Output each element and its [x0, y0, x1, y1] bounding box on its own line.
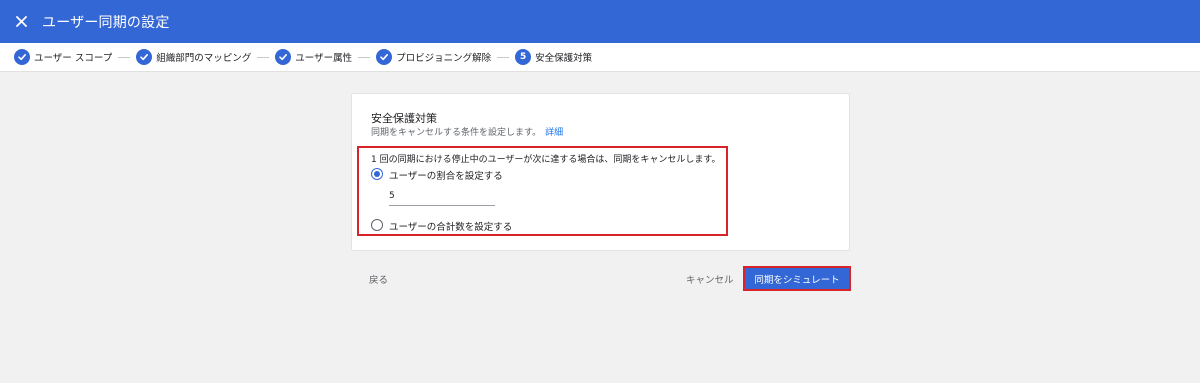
step-done-badge: [376, 49, 393, 65]
step-label: プロビジョニング解除: [396, 53, 492, 64]
radio-percentage-label[interactable]: ユーザーの割合を設定する: [389, 168, 503, 182]
step-label: ユーザー スコープ: [34, 53, 113, 64]
step-done-badge: [136, 49, 153, 65]
step-label: 安全保護対策: [535, 53, 593, 64]
percentage-value-input[interactable]: 5: [389, 188, 495, 206]
radio-selected-dot: [374, 171, 380, 177]
step-label: 組織部門のマッピング: [156, 53, 252, 64]
simulate-sync-button[interactable]: 同期をシミュレート: [743, 266, 851, 291]
step-user-attributes[interactable]: ユーザー属性: [275, 49, 376, 65]
step-connector: [257, 56, 270, 58]
step-done-badge: [14, 49, 30, 65]
card-heading: 安全保護対策: [371, 112, 437, 125]
header-bar: ユーザー同期の設定: [0, 0, 1200, 43]
back-button[interactable]: 戻る: [369, 272, 388, 286]
check-icon: [279, 54, 288, 61]
check-icon: [380, 54, 389, 61]
page-title: ユーザー同期の設定: [42, 14, 170, 31]
step-org-unit-mapping[interactable]: 組織部門のマッピング: [136, 49, 275, 65]
close-button[interactable]: [13, 14, 29, 30]
details-link[interactable]: 詳細: [545, 128, 563, 138]
step-deprovisioning[interactable]: プロビジョニング解除: [376, 49, 515, 65]
step-label: ユーザー属性: [295, 53, 353, 64]
step-user-scope[interactable]: ユーザー スコープ: [14, 49, 136, 65]
step-connector: [497, 56, 510, 58]
radio-total-count-label[interactable]: ユーザーの合計数を設定する: [389, 219, 512, 233]
step-safeguards[interactable]: 5 安全保護対策: [515, 49, 592, 65]
description-text: 同期をキャンセルする条件を設定します。: [371, 128, 542, 138]
radio-total-count[interactable]: [371, 219, 383, 231]
step-connector: [118, 56, 131, 58]
setup-stepper: ユーザー スコープ 組織部門のマッピング ユーザー属性 プロビジョニング解除 5…: [0, 43, 1200, 72]
step-number: 5: [519, 52, 527, 62]
cancel-button[interactable]: キャンセル: [686, 272, 734, 286]
step-current-badge: 5: [515, 49, 532, 65]
check-icon: [18, 54, 26, 61]
step-connector: [358, 56, 371, 58]
close-icon: [15, 16, 27, 27]
step-done-badge: [275, 49, 292, 65]
check-icon: [140, 54, 149, 61]
cancel-condition-text: 1 回の同期における停止中のユーザーが次に達する場合は、同期をキャンセルします。: [371, 155, 721, 165]
card-description: 同期をキャンセルする条件を設定します。 詳細: [371, 125, 563, 138]
radio-percentage[interactable]: [371, 168, 383, 180]
